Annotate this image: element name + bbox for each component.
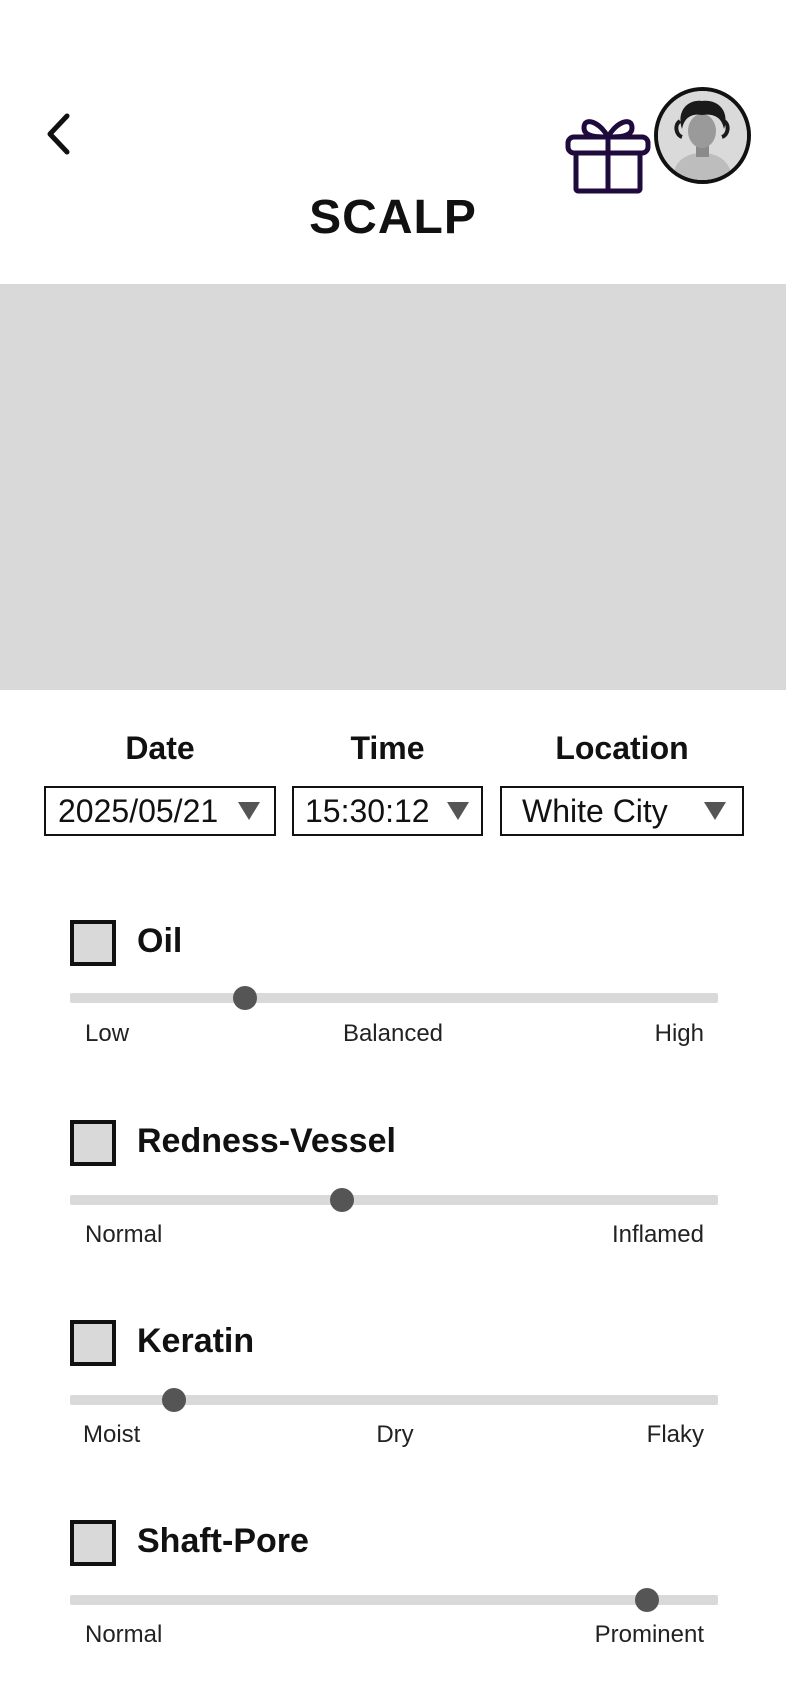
dropdown-arrow-icon xyxy=(704,802,726,820)
location-value: White City xyxy=(522,792,668,829)
dropdown-arrow-icon xyxy=(447,802,469,820)
chevron-left-icon xyxy=(47,113,70,155)
keratin-checkbox[interactable] xyxy=(70,1320,116,1366)
oil-checkbox[interactable] xyxy=(70,920,116,966)
avatar[interactable] xyxy=(654,87,751,184)
keratin-slider-thumb[interactable] xyxy=(161,1388,186,1412)
time-value: 15:30:12 xyxy=(305,792,430,829)
dropdown-arrow-icon xyxy=(238,802,260,820)
keratin-title: Keratin xyxy=(137,1322,255,1360)
oil-slider-track[interactable] xyxy=(70,993,718,1003)
scalp-image-placeholder xyxy=(0,284,786,690)
shaft-pore-slider-thumb[interactable] xyxy=(634,1588,659,1612)
date-label: Date xyxy=(125,730,195,766)
date-value: 2025/05/21 xyxy=(58,792,219,829)
shaft-pore-prominent-label: Prominent xyxy=(594,1621,704,1648)
shaft-pore-title: Shaft-Pore xyxy=(137,1522,309,1560)
user-photo-icon xyxy=(658,91,747,180)
oil-high-label: High xyxy=(654,1020,704,1047)
redness-vessel-slider-thumb[interactable] xyxy=(330,1188,355,1212)
location-select[interactable]: White City xyxy=(500,786,744,836)
location-label: Location xyxy=(555,730,689,766)
oil-slider-thumb[interactable] xyxy=(232,986,257,1010)
shaft-pore-checkbox[interactable] xyxy=(70,1520,116,1566)
keratin-flaky-label: Flaky xyxy=(646,1421,704,1448)
oil-title: Oil xyxy=(137,922,183,960)
time-label: Time xyxy=(350,730,425,766)
date-select[interactable]: 2025/05/21 xyxy=(44,786,276,836)
time-select[interactable]: 15:30:12 xyxy=(292,786,483,836)
redness-vessel-checkbox[interactable] xyxy=(70,1120,116,1166)
gift-icon xyxy=(565,119,651,194)
back-button[interactable] xyxy=(38,108,78,160)
redness-vessel-slider-track[interactable] xyxy=(70,1195,718,1205)
redness-inflamed-label: Inflamed xyxy=(611,1221,704,1248)
shaft-pore-slider-track[interactable] xyxy=(70,1595,718,1605)
shaft-pore-normal-label: Normal xyxy=(85,1621,163,1648)
gift-button[interactable] xyxy=(562,104,654,196)
redness-normal-label: Normal xyxy=(85,1221,163,1248)
page-title: SCALP xyxy=(309,191,477,244)
redness-vessel-title: Redness-Vessel xyxy=(137,1122,396,1160)
